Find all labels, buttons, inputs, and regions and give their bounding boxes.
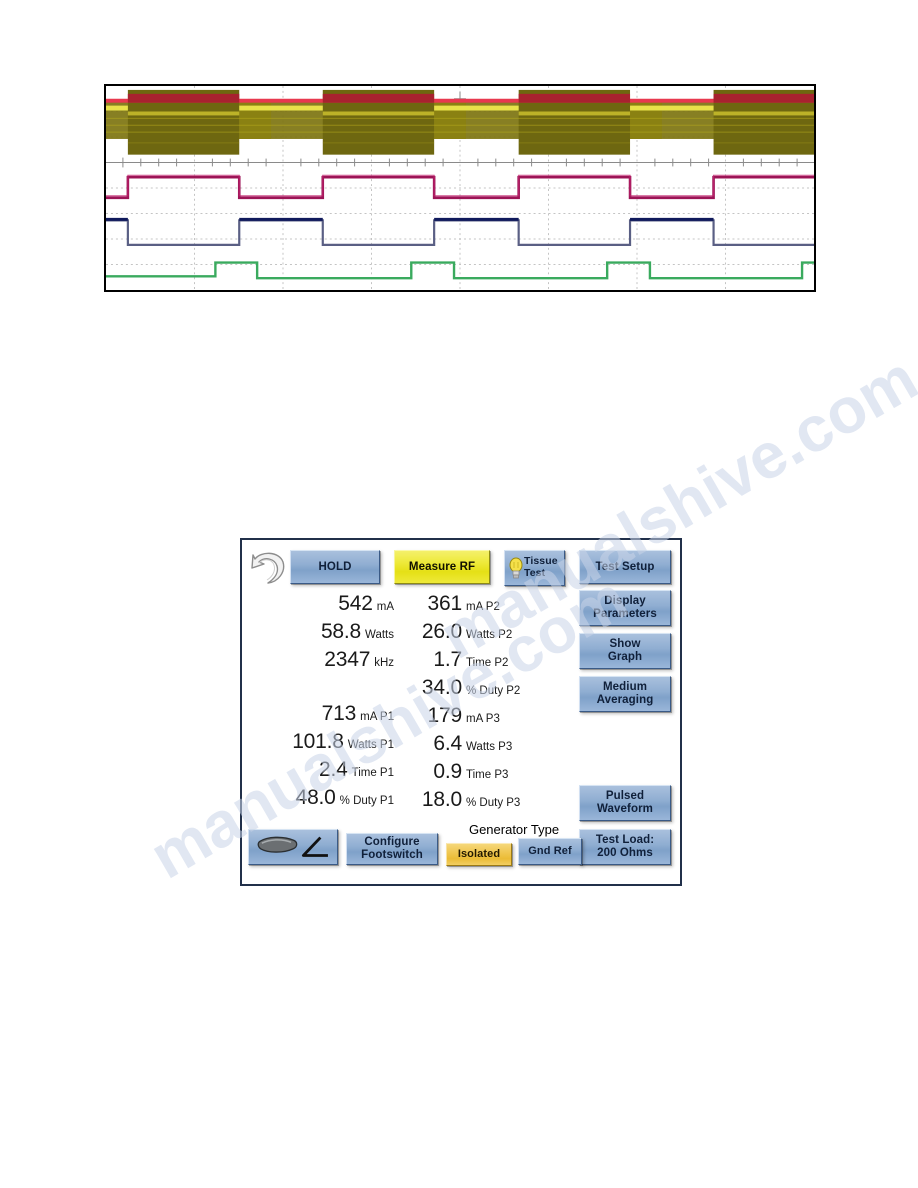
readout-row: 713 mA P1 — [246, 702, 394, 730]
readout-row: 18.0 % Duty P3 — [400, 788, 572, 816]
readout-row: 0.9 Time P3 — [400, 760, 572, 788]
readout-row: 26.0 Watts P2 — [400, 620, 572, 648]
readout-column-right: 361 mA P2 26.0 Watts P2 1.7 Time P2 34.0… — [400, 592, 572, 816]
footswitch-button[interactable] — [248, 829, 338, 865]
rf-analyzer-panel: HOLD Measure RF Tissue Test Test Setup D… — [240, 538, 682, 886]
measurement-readouts: 542 mA 58.8 Watts 2347 kHz 713 mA P1 101… — [242, 592, 572, 824]
readout-row: 58.8 Watts — [246, 620, 394, 648]
readout-column-left: 542 mA 58.8 Watts 2347 kHz 713 mA P1 101… — [246, 592, 394, 814]
readout-unit: Watts P1 — [347, 739, 394, 751]
readout-row: 101.8 Watts P1 — [246, 730, 394, 758]
readout-row: 2.4 Time P1 — [246, 758, 394, 786]
readout-value: 48.0 — [295, 786, 336, 809]
readout-value: 34.0 — [421, 676, 462, 699]
test-load-button[interactable]: Test Load: 200 Ohms — [579, 829, 671, 865]
readout-value: 58.8 — [320, 620, 362, 643]
readout-unit: % Duty P3 — [466, 797, 521, 809]
readout-value: 0.9 — [433, 760, 462, 783]
oscilloscope-svg — [106, 86, 814, 290]
readout-value: 1.7 — [433, 648, 462, 671]
refresh-arrow-icon[interactable] — [248, 546, 292, 590]
readout-row: 2347 kHz — [246, 648, 394, 676]
readout-unit: Watts P2 — [466, 629, 513, 641]
readout-row: 542 mA — [246, 592, 394, 620]
configure-footswitch-line1: Configure — [364, 836, 420, 849]
readout-unit: % Duty P1 — [339, 795, 394, 807]
waveform-line2: Waveform — [597, 803, 653, 815]
generator-type-label: Generator Type — [468, 822, 560, 837]
averaging-line1: Medium — [602, 681, 648, 694]
readout-row: 1.7 Time P2 — [400, 648, 572, 676]
averaging-button[interactable]: Medium Averaging — [579, 676, 671, 712]
display-parameters-line1: Display — [604, 595, 646, 608]
readout-value: 2.4 — [319, 758, 348, 781]
readout-value: 2347 — [324, 648, 371, 671]
configure-footswitch-line2: Footswitch — [361, 849, 423, 861]
readout-row: 48.0 % Duty P1 — [246, 786, 394, 814]
readout-unit: mA P2 — [466, 601, 500, 613]
tissue-test-button[interactable]: Tissue Test — [504, 550, 565, 586]
waveform-button[interactable]: Pulsed Waveform — [579, 785, 671, 821]
readout-unit: Time P3 — [466, 769, 509, 781]
show-graph-button[interactable]: Show Graph — [579, 633, 671, 669]
display-parameters-button[interactable]: Display Parameters — [579, 590, 671, 626]
foot-pedal-icon — [249, 830, 337, 864]
readout-unit: mA P3 — [466, 713, 500, 725]
readout-unit: Watts — [365, 629, 394, 641]
readout-value: 6.4 — [433, 732, 462, 755]
hold-button-label: HOLD — [318, 560, 352, 573]
gnd-ref-label: Gnd Ref — [528, 845, 572, 858]
readout-value: 542 — [338, 592, 373, 615]
measure-rf-button-label: Measure RF — [408, 560, 476, 573]
oscilloscope-display — [104, 84, 816, 292]
readout-unit: kHz — [374, 657, 394, 669]
readout-value: 101.8 — [292, 730, 344, 753]
readout-value: 713 — [321, 702, 357, 725]
readout-unit: mA — [376, 601, 394, 613]
readout-unit: mA P1 — [360, 711, 394, 723]
readout-row: 179 mA P3 — [400, 704, 572, 732]
show-graph-line2: Graph — [607, 651, 643, 663]
test-setup-button[interactable]: Test Setup — [579, 550, 671, 584]
configure-footswitch-button[interactable]: Configure Footswitch — [346, 833, 438, 865]
generator-type-isolated-button[interactable]: Isolated — [446, 843, 512, 866]
readout-unit: Time P2 — [466, 657, 509, 669]
readout-unit: Watts P3 — [466, 741, 513, 753]
readout-gap — [246, 676, 394, 702]
readout-value: 179 — [427, 704, 463, 727]
hold-button[interactable]: HOLD — [290, 550, 380, 584]
test-setup-button-label: Test Setup — [595, 560, 655, 573]
waveform-line1: Pulsed — [605, 790, 645, 803]
generator-type-gnd-ref-button[interactable]: Gnd Ref — [518, 838, 582, 865]
display-parameters-line2: Parameters — [593, 608, 657, 620]
readout-row: 361 mA P2 — [400, 592, 572, 620]
measure-rf-button[interactable]: Measure RF — [394, 550, 490, 584]
test-load-line2: 200 Ohms — [597, 847, 653, 859]
readout-value: 18.0 — [421, 788, 462, 811]
averaging-line2: Averaging — [596, 694, 654, 706]
readout-value: 26.0 — [421, 620, 462, 643]
readout-row: 6.4 Watts P3 — [400, 732, 572, 760]
test-load-line1: Test Load: — [595, 834, 655, 847]
lightbulb-icon — [508, 556, 524, 581]
readout-row: 34.0 % Duty P2 — [400, 676, 572, 704]
readout-unit: % Duty P2 — [466, 685, 521, 697]
show-graph-line1: Show — [609, 638, 641, 651]
readout-unit: Time P1 — [351, 767, 394, 779]
isolated-label: Isolated — [457, 848, 501, 861]
tissue-test-label-line2: Test — [524, 567, 546, 579]
readout-value: 361 — [427, 592, 463, 615]
